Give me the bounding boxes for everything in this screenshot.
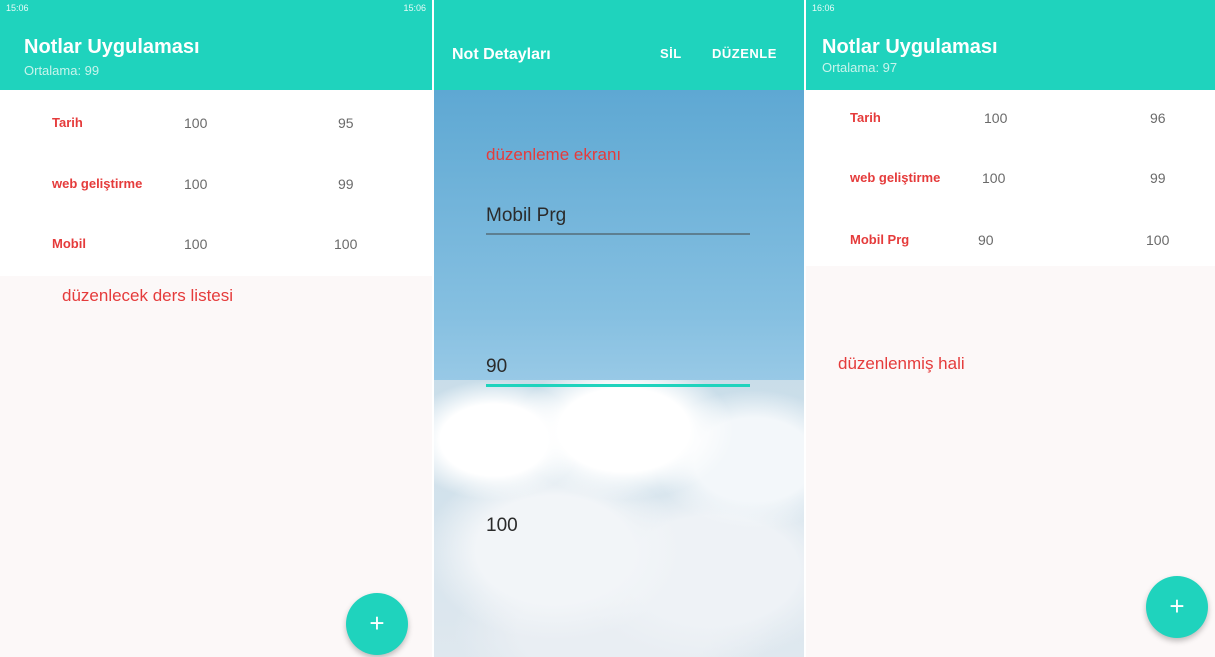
- course-list: Tarih 100 95 web geliştirme 100 99 Mobil…: [0, 90, 432, 276]
- grade-2-input[interactable]: 100: [486, 515, 750, 543]
- add-note-button[interactable]: +: [346, 593, 408, 655]
- detail-title: Not Detayları: [452, 46, 551, 63]
- plus-icon: +: [1169, 591, 1185, 621]
- average-subtitle: Ortalama: 97: [822, 60, 898, 75]
- list-item[interactable]: web geliştirme 100 99: [0, 176, 432, 236]
- status-time: 15:06: [6, 3, 29, 13]
- list-item[interactable]: Tarih 100 95: [0, 115, 432, 175]
- grade-1-input[interactable]: 90: [486, 356, 750, 387]
- course-name: Mobil: [52, 236, 86, 251]
- status-bar: 15:06 15:06: [0, 0, 432, 14]
- app-title: Notlar Uygulaması: [822, 36, 998, 58]
- annotation-edit: düzenleme ekranı: [486, 145, 622, 164]
- grade-1: 100: [184, 176, 208, 192]
- annotation-result: düzenlenmiş hali: [838, 354, 965, 373]
- list-item[interactable]: Tarih 100 96: [806, 110, 1215, 170]
- edit-button[interactable]: DÜZENLE: [712, 46, 777, 61]
- status-right: 15:06: [403, 3, 426, 13]
- app-bar: 15:06 15:06 Notlar Uygulaması Ortalama: …: [0, 0, 432, 90]
- list-item[interactable]: web geliştirme 100 99: [806, 170, 1215, 230]
- note-detail-screen: Not Detayları SİL DÜZENLE düzenleme ekra…: [434, 0, 804, 657]
- grade-2: 100: [1146, 232, 1170, 248]
- grade-2: 100: [334, 236, 358, 252]
- course-name-input[interactable]: Mobil Prg: [486, 205, 750, 235]
- course-name: web geliştirme: [850, 170, 941, 185]
- grade-2: 96: [1150, 110, 1166, 126]
- notes-list-updated-screen: 16:06 Notlar Uygulaması Ortalama: 97 Tar…: [806, 0, 1215, 657]
- course-name: web geliştirme: [52, 176, 143, 191]
- grade-2: 99: [338, 176, 354, 192]
- grade-1: 100: [984, 110, 1008, 126]
- grade-2: 99: [1150, 170, 1166, 186]
- grade-1: 90: [978, 232, 994, 248]
- app-bar: Not Detayları SİL DÜZENLE: [434, 0, 804, 90]
- grade-1: 100: [982, 170, 1006, 186]
- course-name: Tarih: [52, 115, 83, 130]
- add-note-button[interactable]: +: [1146, 576, 1208, 638]
- delete-button[interactable]: SİL: [660, 46, 682, 61]
- course-name: Tarih: [850, 110, 881, 125]
- grade-1: 100: [184, 115, 208, 131]
- grade-2: 95: [338, 115, 354, 131]
- app-title: Notlar Uygulaması: [24, 36, 200, 58]
- app-bar: 16:06 Notlar Uygulaması Ortalama: 97: [806, 0, 1215, 90]
- course-list: Tarih 100 96 web geliştirme 100 99 Mobil…: [806, 90, 1215, 266]
- status-time: 16:06: [812, 3, 835, 13]
- average-subtitle: Ortalama: 99: [24, 63, 100, 78]
- notes-list-screen: 15:06 15:06 Notlar Uygulaması Ortalama: …: [0, 0, 432, 657]
- list-item[interactable]: Mobil Prg 90 100: [806, 232, 1215, 292]
- plus-icon: +: [369, 608, 385, 638]
- course-name: Mobil Prg: [850, 232, 910, 247]
- grade-1: 100: [184, 236, 208, 252]
- status-bar: 16:06: [806, 0, 1215, 14]
- annotation-list: düzenlecek ders listesi: [62, 286, 234, 305]
